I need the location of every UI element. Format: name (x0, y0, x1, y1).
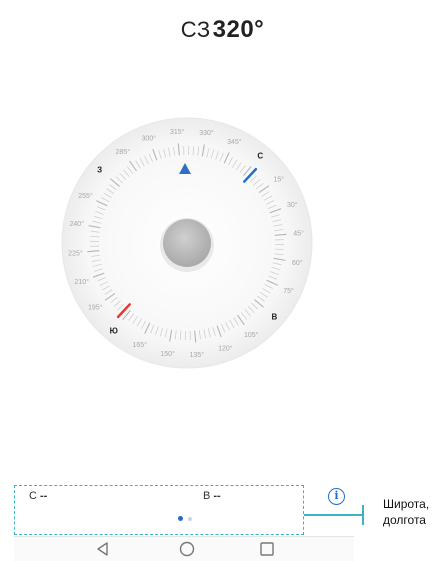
compass-degree-label: 300° (141, 134, 156, 142)
callout-line2: долгота (383, 512, 429, 528)
longitude-label: В (203, 490, 210, 502)
callout-line1: Широта, (383, 496, 429, 512)
compass-hub (163, 219, 211, 267)
compass-degree-label: 75° (283, 287, 294, 295)
compass-degree-label: 135° (190, 351, 205, 359)
callout-line (304, 514, 364, 516)
info-icon[interactable]: i (328, 488, 345, 505)
compass-degree-label: 165° (132, 341, 147, 349)
compass-cardinal-north: С (257, 152, 263, 161)
compass-dial: 15° 30° 45° 60° 75° 105° 120° 135° 150° 165° 195° 2… (0, 0, 445, 560)
compass-degree-label: 45° (293, 230, 304, 238)
longitude-readout: В-- (203, 490, 221, 502)
coordinates-panel: С-- В-- (14, 485, 304, 535)
callout-label: Широта, долгота (383, 496, 429, 528)
compass-degree-label: 195° (88, 304, 103, 312)
compass-degree-label: 30° (287, 201, 298, 209)
latitude-value: -- (40, 490, 47, 502)
compass-cardinal-west: З (97, 166, 102, 175)
compass-degree-label: 225° (68, 249, 83, 257)
page-dot-active[interactable] (178, 516, 183, 521)
compass-degree-label: 15° (273, 175, 284, 183)
compass-degree-label: 60° (292, 259, 303, 267)
compass-degree-label: 105° (244, 331, 259, 339)
compass-degree-label: 345° (227, 138, 242, 146)
compass-degree-label: 120° (218, 345, 233, 353)
compass-degree-label: 255° (78, 192, 93, 200)
compass-degree-label: 240° (69, 220, 84, 228)
compass-cardinal-south: Ю (110, 326, 118, 335)
page-dot[interactable] (188, 517, 192, 521)
page-indicator[interactable] (178, 516, 208, 522)
compass-degree-label: 330° (199, 129, 214, 137)
navigation-bar (14, 536, 354, 561)
compass-degree-label: 285° (116, 148, 131, 156)
compass-degree-label: 210° (75, 278, 90, 286)
compass-degree-label: 315° (170, 128, 185, 136)
callout-tick (362, 505, 364, 525)
recents-icon[interactable] (258, 540, 276, 558)
back-icon[interactable] (94, 540, 112, 558)
compass-cardinal-east: В (271, 312, 277, 321)
compass-degree-label: 150° (160, 350, 175, 358)
home-icon[interactable] (178, 540, 196, 558)
latitude-readout: С-- (29, 490, 47, 502)
longitude-value: -- (213, 490, 220, 502)
latitude-label: С (29, 490, 37, 502)
